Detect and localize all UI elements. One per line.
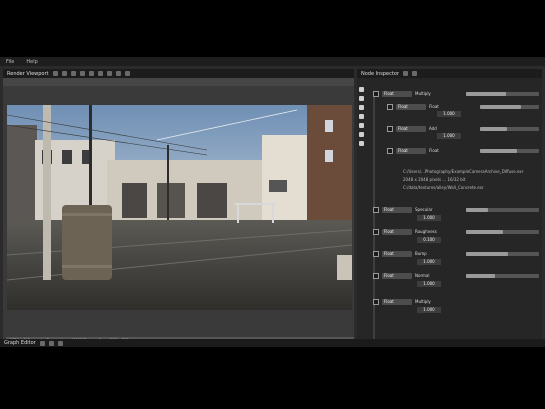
node-enable-checkbox[interactable] <box>373 272 379 279</box>
node-name: Float <box>429 104 439 109</box>
slider-fill <box>466 207 488 212</box>
node-type-dropdown[interactable]: Float <box>396 125 426 132</box>
render-viewport-panel: Render Viewport <box>3 69 354 347</box>
node-name: Add <box>429 126 437 131</box>
settings-icon[interactable] <box>115 71 121 76</box>
node-row[interactable]: Float Multiply <box>373 297 539 306</box>
node-enable-checkbox[interactable] <box>373 298 379 305</box>
node-type-dropdown[interactable]: Float <box>396 147 426 154</box>
viewport-title: Render Viewport <box>7 70 49 77</box>
node-name: Roughness <box>415 229 437 234</box>
node-row[interactable]: Float Specular <box>373 205 539 214</box>
slider-fill <box>466 91 507 96</box>
node-inspector-header: Node Inspector <box>357 69 542 78</box>
expand-icon[interactable] <box>402 71 408 76</box>
node-enable-checkbox[interactable] <box>373 228 379 235</box>
node-slider[interactable] <box>480 148 539 153</box>
render-icon[interactable] <box>124 71 130 76</box>
node-slider[interactable] <box>480 126 539 131</box>
node-tool-strip <box>357 87 365 167</box>
pan-icon[interactable] <box>70 71 76 76</box>
node-name: Multiply <box>415 299 431 304</box>
node-slider[interactable] <box>466 273 539 278</box>
file-path-1: C:/Users/...Photography/ExampleCameraArc… <box>403 169 524 174</box>
node-tool-icon-3[interactable] <box>358 105 364 110</box>
value-field[interactable]: 1.000 <box>417 215 441 221</box>
node-enable-checkbox[interactable] <box>387 103 393 110</box>
value-field[interactable]: 0.100 <box>417 237 441 243</box>
refresh-icon[interactable] <box>106 71 112 76</box>
zoom-icon[interactable] <box>61 71 67 76</box>
node-row[interactable]: Float Float <box>387 146 539 155</box>
node-row[interactable]: Float Add <box>387 124 539 133</box>
node-tool-icon-5[interactable] <box>358 123 364 128</box>
viewport-subbar <box>3 78 354 86</box>
graph-editor-bar: Graph Editor <box>0 339 545 347</box>
node-type-dropdown[interactable]: Float <box>382 206 412 213</box>
node-type-dropdown[interactable]: Float <box>382 272 412 279</box>
node-tool-icon-1[interactable] <box>358 87 364 92</box>
node-tree-line <box>373 96 375 346</box>
value-field[interactable]: 1.000 <box>417 281 441 287</box>
node-slider[interactable] <box>466 229 539 234</box>
node-name: Float <box>429 148 439 153</box>
node-tool-icon-4[interactable] <box>358 114 364 119</box>
file-info: 2048 x 2048 pixels ... 16/32 bit <box>403 177 466 182</box>
slider-fill <box>480 148 517 153</box>
graph-tool-icon-1[interactable] <box>39 340 45 346</box>
crop-icon[interactable] <box>88 71 94 76</box>
node-type-dropdown[interactable]: Float <box>382 90 412 97</box>
viewport-header: Render Viewport <box>3 69 354 78</box>
menu-help[interactable]: Help <box>20 59 43 65</box>
value-field[interactable]: 1.000 <box>437 111 461 117</box>
menu-bar: File Help <box>0 57 545 66</box>
select-icon[interactable] <box>79 71 85 76</box>
slider-fill <box>480 126 507 131</box>
node-slider[interactable] <box>466 251 539 256</box>
node-enable-checkbox[interactable] <box>387 147 393 154</box>
pin-icon[interactable] <box>411 71 417 76</box>
slider-fill <box>466 229 503 234</box>
node-type-dropdown[interactable]: Float <box>382 228 412 235</box>
node-tool-icon-6[interactable] <box>358 132 364 137</box>
node-row[interactable]: Float Bump <box>373 249 539 258</box>
node-row[interactable]: Float Normal <box>373 271 539 280</box>
rendered-image[interactable] <box>7 105 352 310</box>
node-inspector-title: Node Inspector <box>361 70 399 77</box>
graph-editor-title: Graph Editor <box>4 340 36 346</box>
node-slider[interactable] <box>480 104 539 109</box>
node-tool-icon-7[interactable] <box>358 141 364 146</box>
slider-fill <box>466 251 509 256</box>
slider-fill <box>480 104 522 109</box>
node-row[interactable]: Float Multiply <box>373 89 539 98</box>
menu-file[interactable]: File <box>0 59 20 65</box>
node-slider[interactable] <box>466 207 539 212</box>
application-window: File Help Render Viewport Node Inspector… <box>0 57 545 347</box>
node-type-dropdown[interactable]: Float <box>396 103 426 110</box>
node-type-dropdown[interactable]: Float <box>382 298 412 305</box>
node-slider[interactable] <box>466 91 539 96</box>
slider-fill <box>466 273 496 278</box>
node-name: Specular <box>415 207 433 212</box>
node-tool-icon-2[interactable] <box>358 96 364 101</box>
value-field[interactable]: 1.000 <box>417 259 441 265</box>
camera-icon[interactable] <box>97 71 103 76</box>
node-enable-checkbox[interactable] <box>373 90 379 97</box>
file-path-2: C:/data/textures/alley/Wall_Concrete.exr <box>403 185 484 190</box>
node-enable-checkbox[interactable] <box>373 206 379 213</box>
node-name: Normal <box>415 273 430 278</box>
node-row[interactable]: Float Float <box>387 102 539 111</box>
layout-icon[interactable] <box>52 71 58 76</box>
node-type-dropdown[interactable]: Float <box>382 250 412 257</box>
value-field[interactable]: 1.000 <box>437 133 461 139</box>
node-row[interactable]: Float Roughness <box>373 227 539 236</box>
node-inspector-panel: Node Inspector Float Multiply Float Floa… <box>357 69 542 347</box>
node-name: Multiply <box>415 91 431 96</box>
value-field[interactable]: 1.000 <box>417 307 441 313</box>
node-name: Bump <box>415 251 427 256</box>
graph-tool-icon-3[interactable] <box>57 340 63 346</box>
node-enable-checkbox[interactable] <box>373 250 379 257</box>
graph-tool-icon-2[interactable] <box>48 340 54 346</box>
node-enable-checkbox[interactable] <box>387 125 393 132</box>
